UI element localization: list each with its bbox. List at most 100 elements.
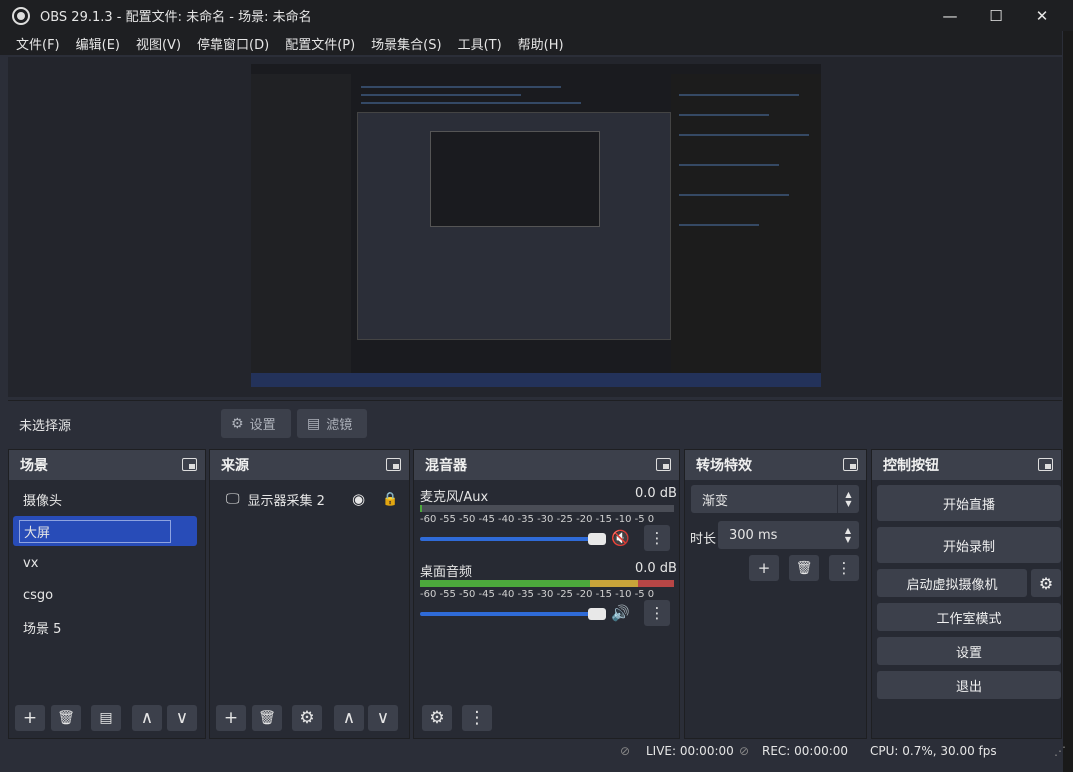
menu-help[interactable]: 帮助(H) <box>518 34 564 53</box>
gear-icon: ⚙ <box>299 708 315 728</box>
exit-button[interactable]: 退出 <box>877 671 1061 699</box>
no-source-selected-label: 未选择源 <box>19 419 72 434</box>
undock-icon[interactable] <box>1038 458 1053 471</box>
volume-slider-handle[interactable] <box>588 533 606 545</box>
more-vertical-icon: ⋮ <box>649 604 665 622</box>
volume-slider[interactable] <box>420 537 598 541</box>
channel-menu-button[interactable]: ⋮ <box>644 525 670 551</box>
scene-item[interactable]: 场景 5 <box>13 612 197 642</box>
virtual-camera-settings-button[interactable]: ⚙ <box>1031 569 1061 597</box>
controls-title: 控制按钮 <box>883 458 939 474</box>
filter-icon: ▤ <box>99 710 113 726</box>
remove-source-button[interactable]: 🗑 <box>252 705 282 731</box>
scene-item[interactable]: 摄像头 <box>13 484 197 514</box>
source-item[interactable]: 🖵 显示器采集 2 ◉ 🔒 <box>214 484 401 514</box>
mixer-title: 混音器 <box>425 458 467 474</box>
lock-icon[interactable]: 🔒 <box>382 492 398 507</box>
move-scene-up-button[interactable]: ∧ <box>132 705 162 731</box>
rec-timer: REC: 00:00:00 <box>762 744 849 758</box>
settings-button[interactable]: 设置 <box>877 637 1061 665</box>
remove-transition-button[interactable]: 🗑 <box>789 555 819 581</box>
transition-properties-button[interactable]: ⋮ <box>829 555 859 581</box>
volume-slider-handle[interactable] <box>588 608 606 620</box>
add-scene-button[interactable]: + <box>15 705 45 731</box>
stream-off-icon: ⊘ <box>620 744 631 758</box>
muted-speaker-icon[interactable]: 🔇 <box>611 529 630 547</box>
menu-tools[interactable]: 工具(T) <box>458 34 502 53</box>
volume-slider[interactable] <box>420 612 598 616</box>
menu-profile[interactable]: 配置文件(P) <box>285 34 355 53</box>
advanced-audio-button[interactable]: ⚙ <box>422 705 452 731</box>
move-scene-down-button[interactable]: ∨ <box>167 705 197 731</box>
undock-icon[interactable] <box>182 458 197 471</box>
menu-edit[interactable]: 编辑(E) <box>76 34 120 53</box>
eye-icon[interactable]: ◉ <box>352 490 365 508</box>
scenes-dock: 场景 摄像头 大屏 vx csgo 场景 5 + 🗑 ▤ ∧ ∨ <box>8 449 206 739</box>
plus-icon: + <box>757 559 771 577</box>
source-filters-button[interactable]: ▤ 滤镜 <box>297 409 367 438</box>
transitions-title: 转场特效 <box>696 458 752 474</box>
plus-icon: + <box>223 708 239 728</box>
speaker-icon[interactable]: 🔊 <box>611 604 630 622</box>
start-virtual-camera-button[interactable]: 启动虚拟摄像机 <box>877 569 1027 597</box>
source-properties-button[interactable]: ⚙ <box>292 705 322 731</box>
sources-dock: 来源 🖵 显示器采集 2 ◉ 🔒 + 🗑 ⚙ ∧ ∨ <box>209 449 410 739</box>
status-bar: ⊘ LIVE: 00:00:00 ⊘ REC: 00:00:00 CPU: 0.… <box>8 740 1066 764</box>
add-source-button[interactable]: + <box>216 705 246 731</box>
mixer-dock: 混音器 麦克风/Aux 0.0 dB -60 -55 -50 -45 -40 -… <box>413 449 680 739</box>
plus-icon: + <box>22 708 38 728</box>
menu-view[interactable]: 视图(V) <box>136 34 181 53</box>
close-button[interactable]: ✕ <box>1019 0 1065 31</box>
chevron-up-icon: ∧ <box>342 708 356 728</box>
scene-filters-button[interactable]: ▤ <box>91 705 121 731</box>
preview-taskbar <box>251 373 821 387</box>
preview-code-pane <box>671 74 821 374</box>
move-source-up-button[interactable]: ∧ <box>334 705 364 731</box>
scene-item[interactable]: vx <box>13 548 197 578</box>
resize-grip-icon[interactable]: ⋰ <box>1054 744 1066 758</box>
start-streaming-button[interactable]: 开始直播 <box>877 485 1061 521</box>
menu-file[interactable]: 文件(F) <box>16 34 60 53</box>
menu-docks[interactable]: 停靠窗口(D) <box>197 34 269 53</box>
scene-item[interactable]: csgo <box>13 580 197 610</box>
mixer-menu-button[interactable]: ⋮ <box>462 705 492 731</box>
gear-icon: ⚙ <box>231 415 244 432</box>
trash-icon: 🗑 <box>258 710 276 726</box>
desktop-background <box>1063 31 1073 772</box>
transition-select[interactable]: 渐变 ▲ ▼ <box>691 485 859 513</box>
title-bar: OBS 29.1.3 - 配置文件: 未命名 - 场景: 未命名 <box>0 0 1073 31</box>
start-recording-button[interactable]: 开始录制 <box>877 527 1061 563</box>
volume-meter <box>420 580 674 587</box>
preview-editor-sidebar <box>251 74 351 374</box>
scenes-title: 场景 <box>20 458 48 474</box>
mixer-channel-db: 0.0 dB <box>635 486 677 501</box>
chevron-down-icon: ∨ <box>376 708 390 728</box>
channel-menu-button[interactable]: ⋮ <box>644 600 670 626</box>
volume-meter <box>420 505 674 512</box>
trash-icon: 🗑 <box>57 710 75 726</box>
menu-scene-collection[interactable]: 场景集合(S) <box>371 34 441 53</box>
remove-scene-button[interactable]: 🗑 <box>51 705 81 731</box>
obs-logo-icon <box>12 6 30 25</box>
chevron-up-icon: ∧ <box>140 708 154 728</box>
duration-spinbox[interactable]: 300 ms ▲ ▼ <box>718 521 859 549</box>
add-transition-button[interactable]: + <box>749 555 779 581</box>
studio-mode-button[interactable]: 工作室模式 <box>877 603 1061 631</box>
mixer-channel-name: 桌面音频 <box>420 565 473 580</box>
undock-icon[interactable] <box>656 458 671 471</box>
undock-icon[interactable] <box>386 458 401 471</box>
transitions-dock: 转场特效 渐变 ▲ ▼ 时长 300 ms ▲ ▼ + 🗑 ⋮ <box>684 449 867 739</box>
mixer-channel-name: 麦克风/Aux <box>420 490 489 505</box>
scene-item-selected[interactable]: 大屏 <box>13 516 197 546</box>
source-settings-button[interactable]: ⚙ 设置 <box>221 409 291 438</box>
cpu-fps: CPU: 0.7%, 30.00 fps <box>870 744 997 758</box>
undock-icon[interactable] <box>843 458 858 471</box>
trash-icon: 🗑 <box>795 560 813 576</box>
duration-label: 时长 <box>690 532 717 547</box>
minimize-button[interactable]: — <box>927 0 973 31</box>
preview-canvas[interactable] <box>251 64 821 387</box>
maximize-button[interactable]: ☐ <box>973 0 1019 31</box>
live-timer: LIVE: 00:00:00 <box>646 744 734 758</box>
more-vertical-icon: ⋮ <box>836 559 852 577</box>
move-source-down-button[interactable]: ∨ <box>368 705 398 731</box>
